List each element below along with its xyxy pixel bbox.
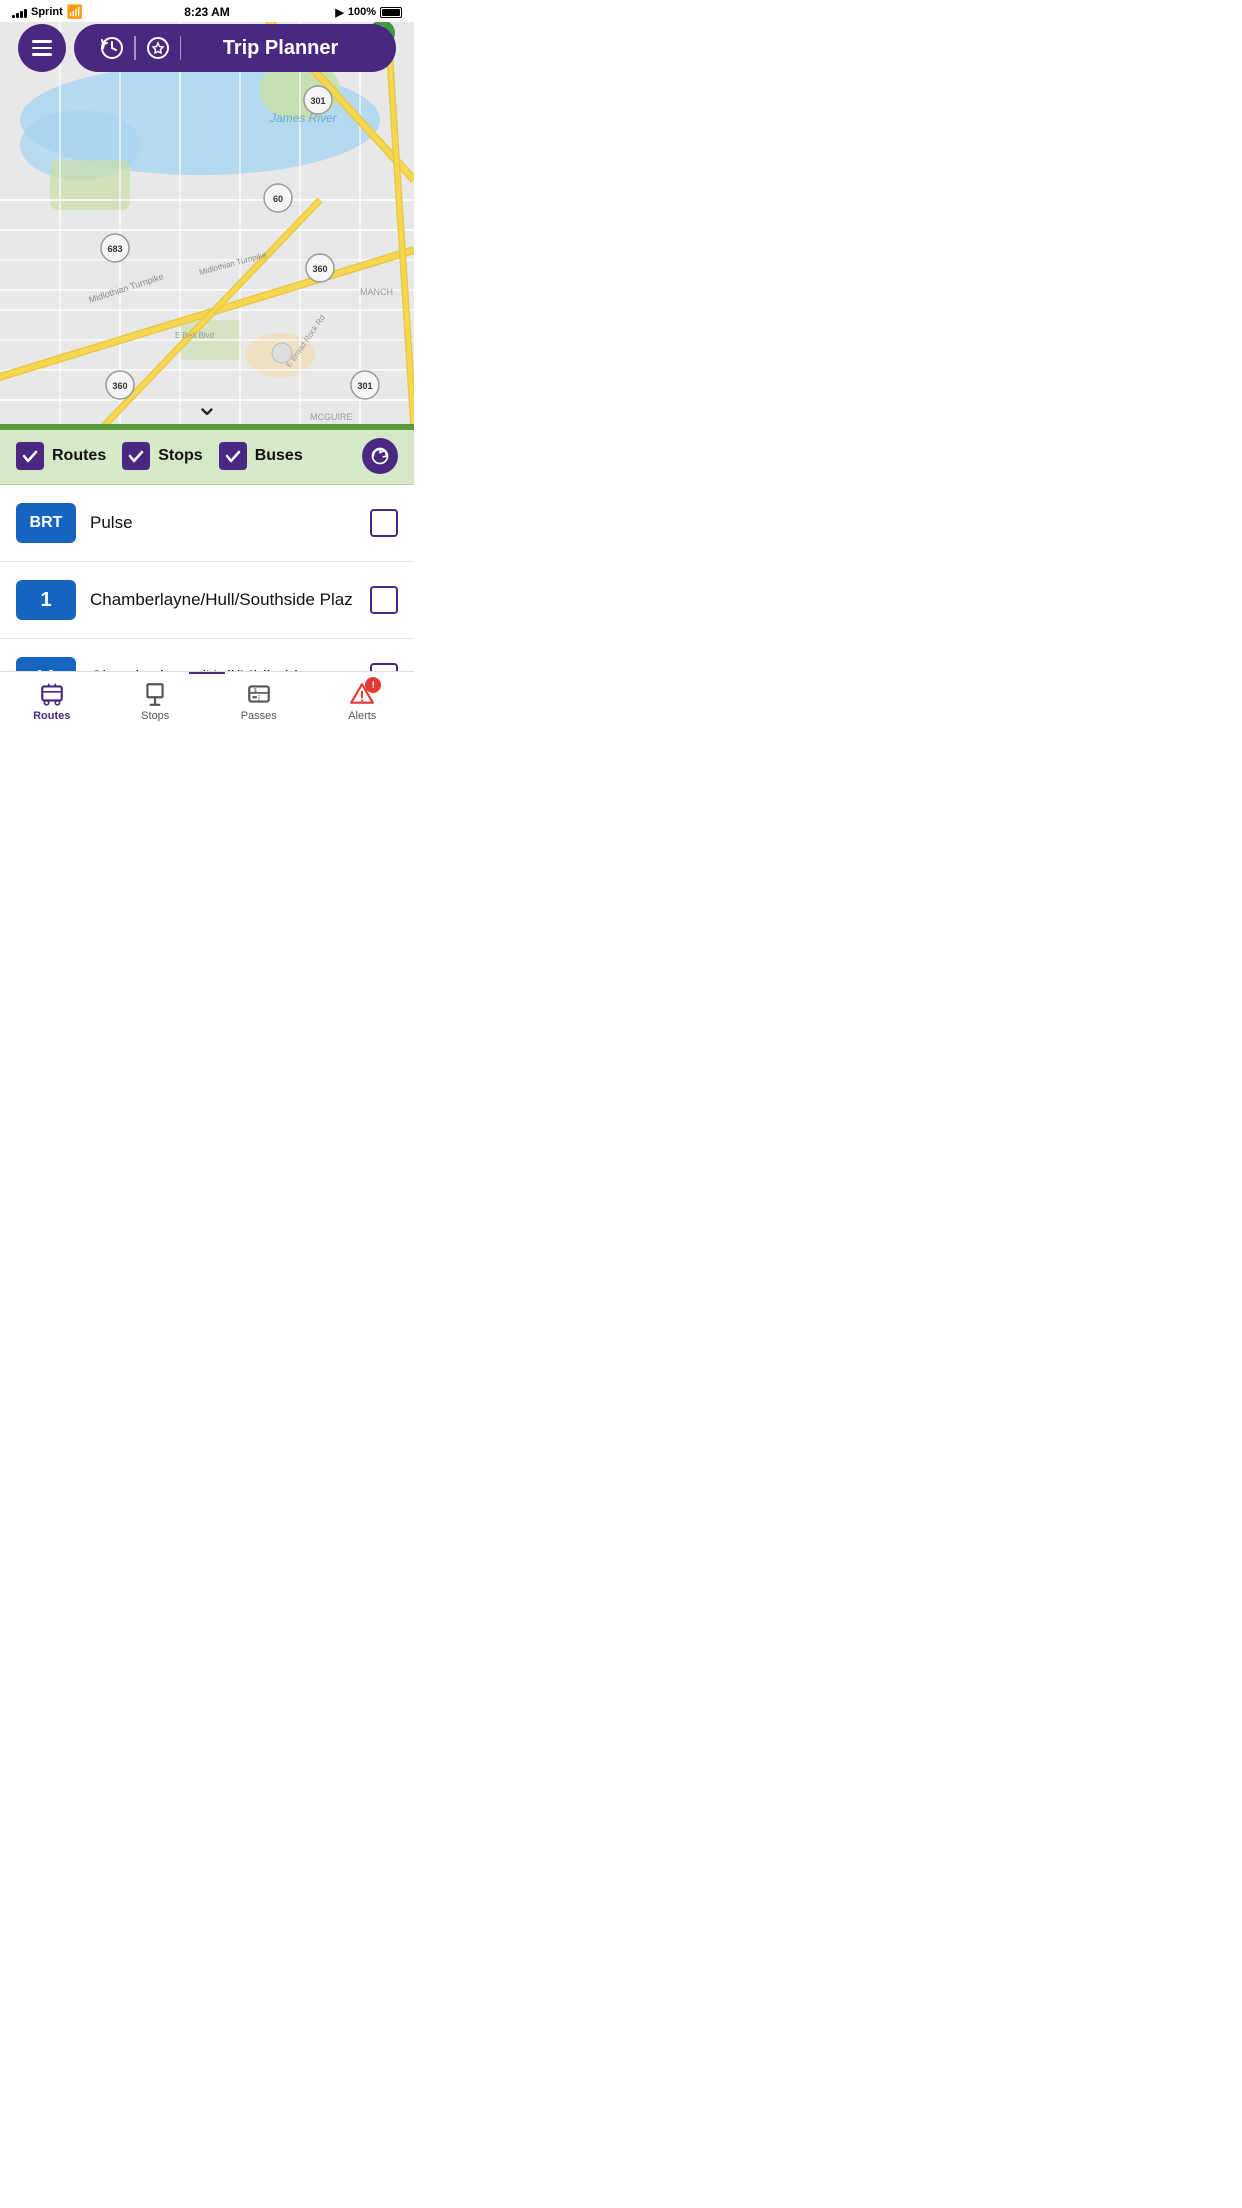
svg-text:360: 360 bbox=[112, 381, 127, 391]
nav-item-passes[interactable]: $ Passes bbox=[207, 681, 311, 728]
passes-icon: $ bbox=[246, 681, 272, 707]
signal-icon bbox=[12, 7, 27, 18]
map-expand-chevron[interactable]: ⌄ bbox=[195, 392, 218, 420]
nav-label-passes: Passes bbox=[241, 710, 277, 722]
header-pill: Trip Planner bbox=[74, 24, 396, 72]
route-name-pulse: Pulse bbox=[90, 513, 356, 533]
location-arrow-icon: ▶ bbox=[335, 6, 343, 19]
svg-text:James River: James River bbox=[269, 111, 338, 125]
history-button[interactable] bbox=[90, 32, 134, 64]
routes-checkbox[interactable] bbox=[16, 442, 44, 470]
svg-text:683: 683 bbox=[107, 244, 122, 254]
favorites-icon bbox=[146, 36, 170, 60]
header-title: Trip Planner bbox=[181, 37, 380, 60]
status-right: ▶ 100% bbox=[335, 6, 402, 19]
nav-icon-wrapper-routes bbox=[39, 681, 65, 707]
menu-button[interactable] bbox=[18, 24, 66, 72]
buses-checkbox[interactable] bbox=[219, 442, 247, 470]
stops-checkbox[interactable] bbox=[122, 442, 150, 470]
bus-icon bbox=[39, 681, 65, 707]
route-badge-brt: BRT bbox=[16, 503, 76, 543]
nav-label-alerts: Alerts bbox=[348, 710, 376, 722]
route-badge-1a: 1A bbox=[16, 657, 76, 671]
refresh-button[interactable] bbox=[362, 438, 398, 474]
svg-text:301: 301 bbox=[310, 96, 325, 106]
nav-item-routes[interactable]: Routes bbox=[0, 681, 104, 728]
filter-stops-label: Stops bbox=[158, 447, 202, 465]
nav-item-stops[interactable]: Stops bbox=[104, 681, 208, 728]
route-checkbox-1[interactable] bbox=[370, 586, 398, 614]
svg-text:MCGUIRE: MCGUIRE bbox=[310, 412, 353, 422]
favorites-button[interactable] bbox=[136, 32, 180, 64]
hamburger-icon bbox=[32, 40, 52, 56]
nav-icon-wrapper-stops bbox=[142, 681, 168, 707]
scroll-area[interactable]: Routes Stops Buses bbox=[0, 428, 414, 671]
svg-text:$: $ bbox=[253, 687, 256, 693]
svg-text:60: 60 bbox=[273, 194, 283, 204]
nav-icon-wrapper-passes: $ bbox=[246, 681, 272, 707]
bottom-nav: Routes Stops $ Passes bbox=[0, 671, 414, 736]
history-icon bbox=[100, 36, 124, 60]
filter-buses[interactable]: Buses bbox=[219, 442, 303, 470]
route-name-1: Chamberlayne/Hull/Southside Plaz bbox=[90, 590, 356, 610]
svg-text:E Belt Blvd: E Belt Blvd bbox=[175, 331, 214, 340]
route-checkbox-brt[interactable] bbox=[370, 509, 398, 537]
filter-stops[interactable]: Stops bbox=[122, 442, 202, 470]
nav-item-alerts[interactable]: ! Alerts bbox=[311, 681, 415, 728]
route-badge-1: 1 bbox=[16, 580, 76, 620]
nav-icon-wrapper-alerts: ! bbox=[349, 681, 375, 707]
active-indicator bbox=[189, 672, 225, 674]
route-item[interactable]: 1A Chamberlayne/Hull/Midlothian bbox=[0, 639, 414, 671]
svg-text:360: 360 bbox=[312, 264, 327, 274]
battery-percent: 100% bbox=[348, 6, 376, 18]
alerts-badge: ! bbox=[365, 677, 381, 693]
filter-routes[interactable]: Routes bbox=[16, 442, 106, 470]
refresh-icon bbox=[370, 446, 390, 466]
svg-text:301: 301 bbox=[357, 381, 372, 391]
nav-label-stops: Stops bbox=[141, 710, 169, 722]
nav-label-routes: Routes bbox=[33, 710, 70, 722]
status-time: 8:23 AM bbox=[184, 5, 230, 19]
filter-bar: Routes Stops Buses bbox=[0, 428, 414, 485]
header-bar: Trip Planner bbox=[8, 18, 406, 78]
svg-text:MANCH: MANCH bbox=[360, 287, 393, 297]
battery-icon bbox=[380, 7, 402, 18]
route-checkbox-1a[interactable] bbox=[370, 663, 398, 671]
route-item[interactable]: BRT Pulse bbox=[0, 485, 414, 562]
filter-buses-label: Buses bbox=[255, 447, 303, 465]
stop-icon bbox=[142, 681, 168, 707]
route-list: BRT Pulse 1 Chamberlayne/Hull/Southside … bbox=[0, 485, 414, 671]
filter-routes-label: Routes bbox=[52, 447, 106, 465]
carrier-label: Sprint bbox=[31, 6, 63, 18]
route-item[interactable]: 1 Chamberlayne/Hull/Southside Plaz bbox=[0, 562, 414, 639]
